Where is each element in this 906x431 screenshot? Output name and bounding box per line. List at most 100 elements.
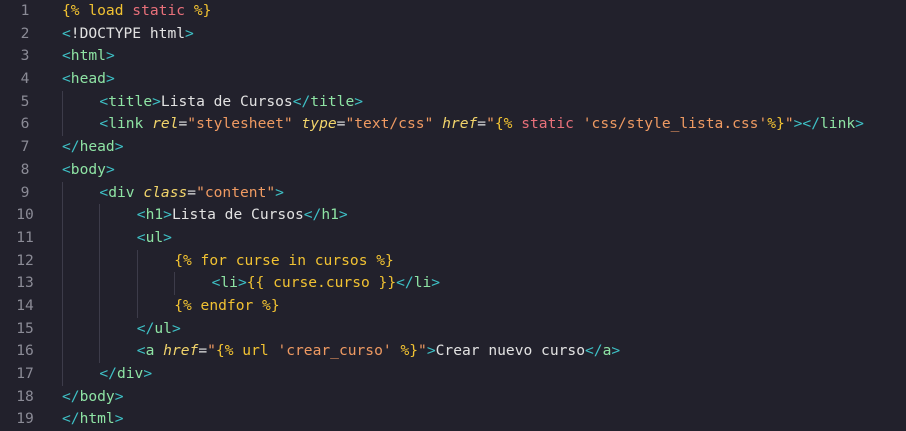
code-editor[interactable]: 1 {% load static %} 2 <!DOCTYPE html> 3 <html… — [0, 0, 906, 431]
indent-guide — [62, 90, 63, 114]
code-line[interactable]: 7 </head> — [0, 136, 906, 159]
code-line[interactable]: 10 <h1>Lista de Cursos</h1> — [0, 204, 906, 227]
token-str: "stylesheet" — [187, 115, 302, 133]
token-str: " — [486, 115, 495, 133]
code-line[interactable]: 16 <a href="{% url 'crear_curso' %}">Crea… — [0, 340, 906, 363]
code-line[interactable]: 14 {% endfor %} — [0, 294, 906, 318]
token-str: " — [418, 342, 427, 360]
code-text: <h1>Lista de Cursos</h1> — [137, 204, 348, 227]
token-attr: class — [143, 183, 188, 201]
indent-guide — [62, 249, 63, 273]
token-br: > — [185, 24, 194, 42]
token-tag: head — [79, 138, 115, 156]
token-br: < — [62, 24, 71, 42]
code-text: <title>Lista de Cursos</title> — [99, 91, 363, 114]
code-text: <html> — [62, 45, 115, 68]
indent-guide — [62, 272, 63, 295]
code-line[interactable]: 5 <title>Lista de Cursos</title> — [0, 90, 906, 114]
token-br: > — [105, 160, 115, 178]
line-number: 17 — [16, 365, 34, 382]
code-line[interactable]: 18 </body> — [0, 386, 906, 409]
code-line[interactable]: 3 <html> — [0, 45, 906, 68]
token-br: > — [237, 274, 247, 292]
code-text: <!DOCTYPE html> — [62, 23, 194, 46]
token-tpl: %} — [193, 2, 212, 19]
indent-guide — [99, 340, 101, 363]
code-line[interactable]: 9 <div class="content"> — [0, 181, 906, 205]
line-number: 3 — [20, 47, 30, 65]
indent-guide — [62, 317, 63, 341]
indent-guide — [99, 317, 101, 341]
indent-guide — [62, 204, 63, 227]
token-tpl: {% — [62, 2, 89, 19]
token-tpl: url — [242, 342, 278, 360]
token-tag: ul — [154, 319, 172, 337]
code-text: </html> — [62, 408, 124, 431]
line-number: 9 — [20, 183, 30, 201]
token-eq: = — [187, 183, 197, 201]
token-attr: href — [163, 342, 199, 360]
token-br: </ — [99, 365, 117, 382]
token-tpl: {% — [215, 342, 243, 360]
code-line[interactable]: 1 {% load static %} — [0, 0, 906, 23]
token-br: > — [426, 342, 436, 360]
code-line[interactable]: 2 <!DOCTYPE html> — [0, 23, 906, 46]
code-text: <li>{{ curse.curso }}</li> — [212, 272, 441, 295]
token-br: </ — [62, 138, 80, 156]
code-text: <a href="{% url 'crear_curso' %}">Crear … — [137, 340, 620, 363]
token-tag: a — [145, 342, 164, 360]
indent-guide — [99, 249, 101, 273]
token-br: </ — [62, 410, 80, 428]
token-br: > — [114, 387, 124, 405]
token-tag: li — [413, 274, 432, 292]
token-br: > — [163, 206, 172, 224]
code-text: <link rel="stylesheet" type="text/css" h… — [99, 113, 864, 136]
line-number: 13 — [16, 274, 34, 292]
token-str: "text/css" — [345, 115, 443, 133]
token-br: > — [143, 365, 153, 382]
token-br: > — [163, 228, 172, 246]
indent-guide — [62, 226, 63, 250]
code-line[interactable]: 19 </html> — [0, 408, 906, 431]
code-line[interactable]: 6 <link rel="stylesheet" type="text/css" … — [0, 113, 906, 137]
token-tag: h1 — [321, 206, 339, 224]
code-line[interactable]: 13 <li>{{ curse.curso }}</li> — [0, 272, 906, 295]
code-line[interactable]: 8 <body> — [0, 159, 906, 182]
token-br: > — [431, 274, 441, 292]
token-br: > — [611, 342, 621, 360]
indent-guide — [62, 113, 63, 137]
indent-guide — [99, 294, 101, 318]
token-br: < — [136, 342, 146, 360]
token-br: < — [136, 206, 146, 224]
token-br: > — [171, 319, 181, 337]
token-tag: html — [79, 410, 115, 428]
code-line[interactable]: 11 <ul> — [0, 226, 906, 250]
code-text: </head> — [62, 136, 124, 159]
token-br: > — [855, 115, 864, 133]
line-number: 10 — [16, 206, 34, 224]
indent-guide — [99, 204, 101, 227]
token-tpl: %} — [400, 342, 419, 360]
token-tag: ul — [145, 228, 164, 246]
token-br: < — [99, 92, 109, 110]
code-line[interactable]: 12 {% for curse in cursos %} — [0, 249, 906, 273]
code-line[interactable]: 17 </div> — [0, 363, 906, 386]
token-tpl: {{ curse.curso }} — [246, 274, 397, 292]
indent-guide — [62, 294, 63, 318]
token-br: > — [105, 70, 115, 88]
code-text: {% for curse in cursos %} — [174, 250, 394, 273]
code-text: </div> — [99, 363, 152, 386]
token-str: "content" — [196, 183, 276, 201]
token-tag: title — [108, 92, 153, 110]
line-number: 12 — [16, 251, 34, 269]
code-line[interactable]: 15 </ul> — [0, 317, 906, 341]
token-tag: body — [79, 387, 115, 405]
token-txt: Lista de Cursos — [171, 206, 304, 224]
token-attr: type — [301, 115, 337, 133]
token-br: </ — [292, 92, 311, 110]
token-kw: static — [132, 2, 194, 19]
token-tpl: {% for curse in cursos %} — [174, 251, 394, 269]
line-number: 6 — [20, 115, 30, 133]
code-line[interactable]: 4 <head> — [0, 68, 906, 91]
token-tag: html — [70, 47, 106, 65]
